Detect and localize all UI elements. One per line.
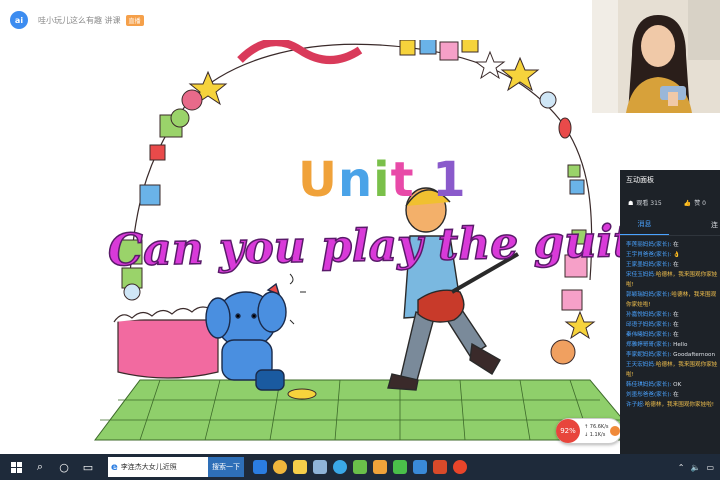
folder-icon[interactable] bbox=[293, 460, 307, 474]
tray-expand-icon[interactable]: ⌃ bbox=[678, 463, 685, 472]
store-icon[interactable] bbox=[313, 460, 327, 474]
sparkle-marks bbox=[289, 273, 306, 325]
panel-tabs: 消息 连 bbox=[620, 214, 720, 236]
chat-message: 郑雅婷哥哥(家长): Hello bbox=[626, 342, 688, 348]
volume-icon[interactable]: 🔈 bbox=[690, 463, 700, 472]
chat-message: 韩佳琪妈妈(家长): OK bbox=[626, 382, 682, 388]
taskbar-search-box[interactable]: e 李连杰大女儿近照 bbox=[108, 457, 208, 477]
network-usage-badge: 92% bbox=[556, 419, 580, 443]
chat-message: 郭颖瑞妈妈(家长):哈德林，我来围观你家娃啦! bbox=[626, 292, 717, 308]
search-icon[interactable]: ⌕ bbox=[30, 457, 50, 477]
windows-start-icon[interactable] bbox=[6, 457, 26, 477]
chat-message: 王天宏妈妈:哈德林，我来围观你家娃啦! bbox=[626, 362, 718, 378]
taskbar: ⌕ ○ ▭ e 李连杰大女儿近照 搜索一下 ⌃ 🔈 ▭ bbox=[0, 454, 720, 480]
edge-icon[interactable] bbox=[253, 460, 267, 474]
chat-message: 许子超:哈德林，我来围观你家娃啦! bbox=[626, 402, 715, 408]
unit-number: 1 bbox=[414, 152, 467, 208]
elephant-illustration bbox=[205, 282, 287, 391]
media-icon[interactable] bbox=[453, 460, 467, 474]
likes-count[interactable]: 👍 赞 0 bbox=[684, 198, 706, 207]
search-button[interactable]: 搜索一下 bbox=[208, 457, 244, 477]
unit-title: Unit 1 bbox=[298, 152, 467, 208]
tab-messages[interactable]: 消息 bbox=[620, 214, 669, 235]
chat-message: 秦伟曦妈妈(家长): 在 bbox=[626, 332, 679, 338]
chat-message: 孙嘉悦妈妈(家长): 在 bbox=[626, 312, 679, 318]
system-tray: ⌃ 🔈 ▭ bbox=[672, 463, 720, 472]
network-rates: ↑ 76.6K/s ↓ 1.1K/s bbox=[584, 423, 608, 439]
lesson-title: Can you play the guitar? bbox=[107, 214, 622, 277]
search-query: 李连杰大女儿近照 bbox=[120, 463, 177, 471]
network-speed-widget[interactable]: 92% ↑ 76.6K/s ↓ 1.1K/s bbox=[556, 418, 622, 444]
viewers-icon: ☗ bbox=[628, 199, 634, 207]
unit-letter: t bbox=[390, 152, 415, 208]
upload-rate: ↑ 76.6K/s bbox=[584, 424, 609, 430]
bath-tub bbox=[113, 306, 219, 379]
thumbs-up-icon: 👍 bbox=[683, 199, 692, 207]
lesson-slide: Unit 1 Can you play the guitar? 92% ↑ 76… bbox=[0, 40, 622, 454]
qq-icon[interactable] bbox=[333, 460, 347, 474]
teacher-camera-feed bbox=[592, 0, 720, 113]
teacher-video-image bbox=[592, 0, 720, 113]
unit-letter: U bbox=[298, 152, 338, 208]
likes-label: 赞 0 bbox=[694, 199, 706, 207]
unit-letter: i bbox=[373, 152, 391, 208]
live-room-header: ai 哇小玩儿这么有趣 讲课 直播 bbox=[0, 0, 592, 40]
chat-message: 宋佳玉妈妈:哈德林，我来围观你家娃啦! bbox=[626, 272, 718, 288]
chat-list: 李莲丽妈妈(家长): 在 王宇肖爸爸(家长): 👌 王家墨妈妈(家长): 在 宋… bbox=[620, 236, 720, 420]
app-logo-icon[interactable]: ai bbox=[10, 11, 28, 29]
network-icon[interactable]: ▭ bbox=[706, 463, 714, 472]
live-badge: 直播 bbox=[125, 14, 144, 26]
chat-message: 李莲丽妈妈(家长): 在 bbox=[626, 242, 679, 248]
chat-message: 刘墨彤爸爸(家长): 在 bbox=[626, 392, 679, 398]
chat-message: 李家妮妈妈(家长): Goodafternoon bbox=[626, 352, 715, 358]
chat-message: 王家墨妈妈(家长): 在 bbox=[626, 262, 679, 268]
tile-ground bbox=[94, 379, 622, 441]
wechat-icon[interactable] bbox=[393, 460, 407, 474]
tab-link[interactable]: 连 bbox=[669, 214, 720, 235]
panel-stats: ☗ 观看 315 👍 赞 0 bbox=[620, 190, 720, 214]
bowl bbox=[287, 388, 317, 400]
unit-letter: n bbox=[337, 152, 374, 208]
chrome-icon[interactable] bbox=[273, 460, 287, 474]
task-view-icon[interactable]: ▭ bbox=[78, 457, 98, 477]
wps-icon[interactable] bbox=[353, 460, 367, 474]
interaction-panel: 互动面板 ☗ 观看 315 👍 赞 0 消息 连 李莲丽妈妈(家长): 在 王宇肖爸… bbox=[620, 170, 720, 454]
viewers-count: ☗ 观看 315 bbox=[628, 198, 662, 207]
chat-message: 邱语子妈妈(家长): 在 bbox=[626, 322, 679, 328]
viewers-label: 观看 315 bbox=[636, 199, 662, 207]
chat-message: 王宇肖爸爸(家长): 👌 bbox=[626, 252, 681, 258]
panel-title: 互动面板 bbox=[626, 176, 654, 184]
room-title: 哇小玩儿这么有趣 讲课 bbox=[38, 15, 121, 25]
live-icon[interactable] bbox=[373, 460, 387, 474]
ie-icon: e bbox=[111, 461, 118, 473]
screen: ai 哇小玩儿这么有趣 讲课 直播 Unit 1 Can you play th… bbox=[0, 0, 720, 480]
arrow-icon[interactable] bbox=[413, 460, 427, 474]
cortana-icon[interactable]: ○ bbox=[54, 457, 74, 477]
speed-ball-icon bbox=[610, 426, 621, 436]
office-icon[interactable] bbox=[433, 460, 447, 474]
download-rate: ↓ 1.1K/s bbox=[584, 432, 606, 438]
